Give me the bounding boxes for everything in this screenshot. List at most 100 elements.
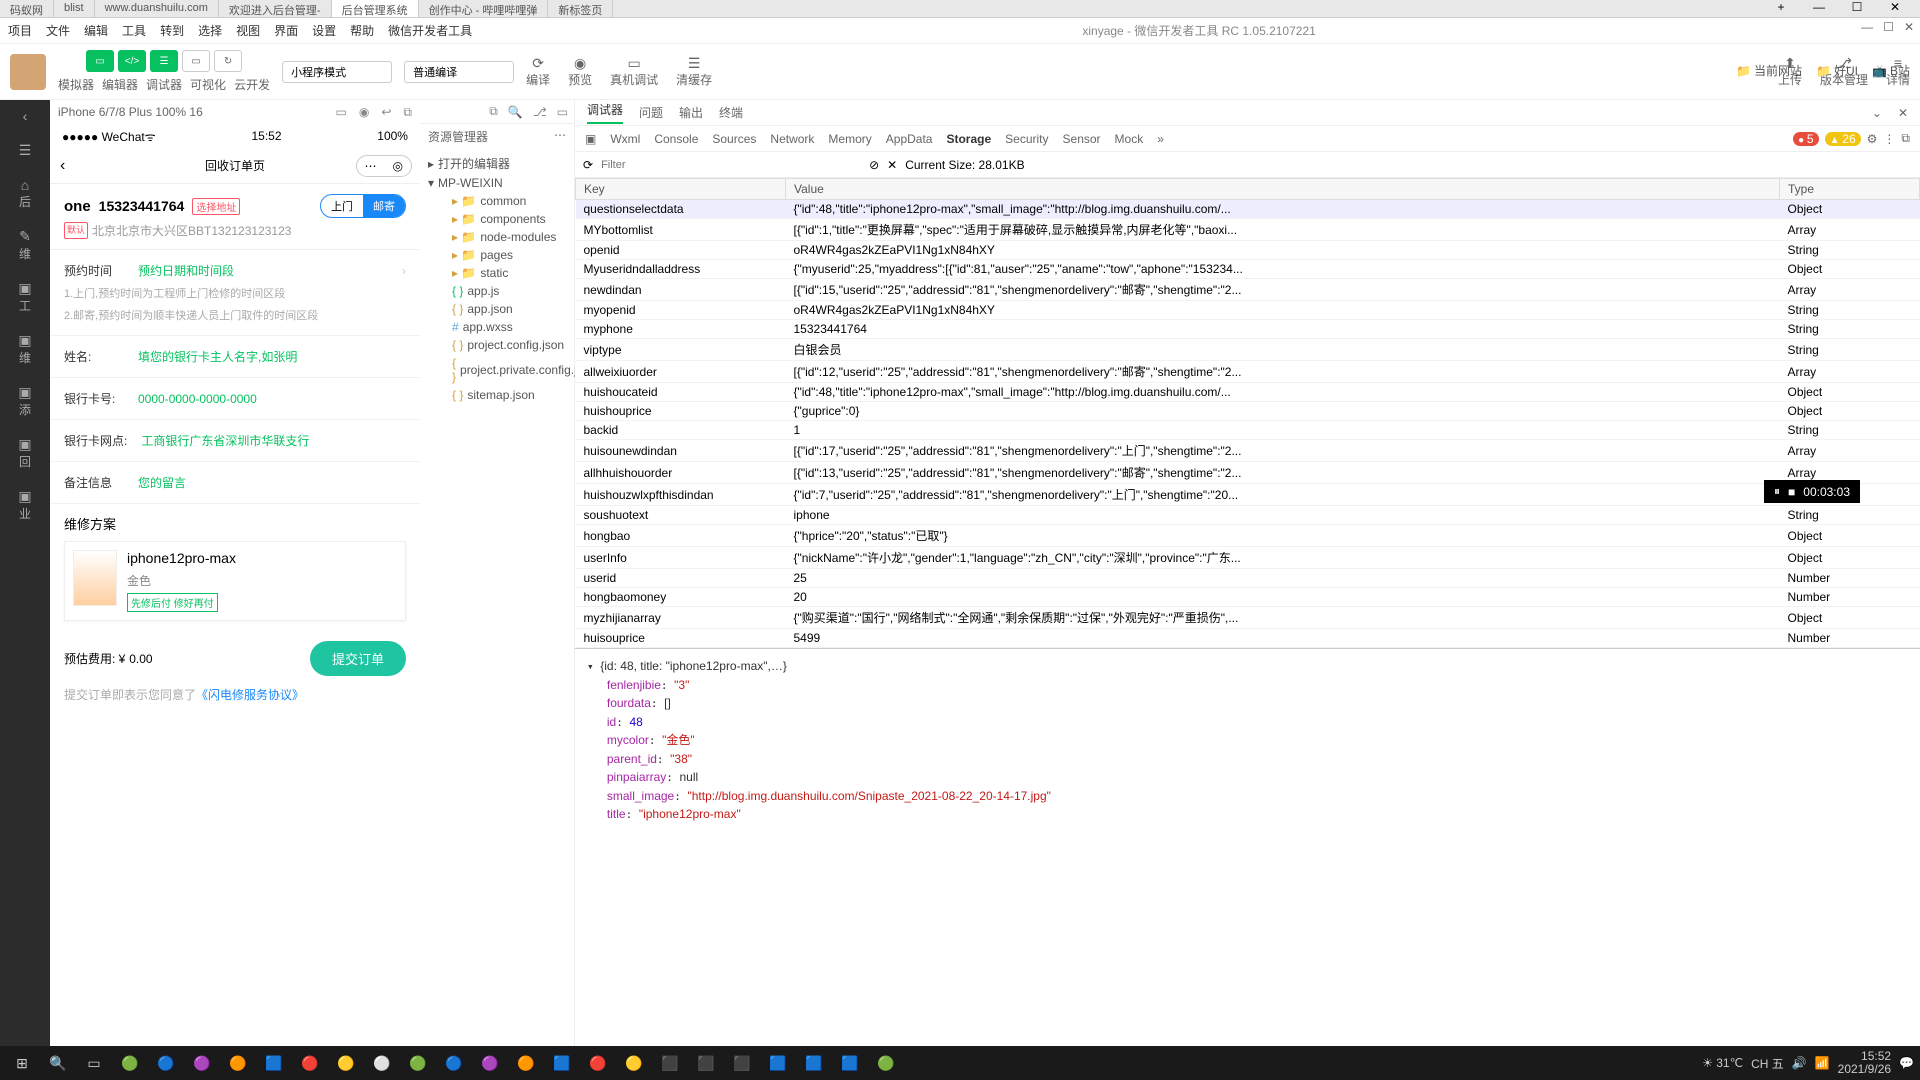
tab-problems[interactable]: 问题	[639, 104, 663, 121]
detail-view[interactable]: ▾ {id: 48, title: "iphone12pro-max",…} f…	[575, 649, 1920, 1058]
sub-storage[interactable]: Storage	[946, 132, 991, 146]
menu-view[interactable]: 视图	[236, 22, 260, 39]
sub-wxml[interactable]: Wxml	[610, 132, 640, 146]
file-item[interactable]: ▸ 📁 common	[420, 192, 574, 210]
browser-tab[interactable]: 欢迎进入后台管理-	[219, 0, 332, 17]
app-icon[interactable]: 🟡	[618, 1049, 650, 1077]
file-ext-icon[interactable]: ▭	[557, 105, 568, 119]
app-icon[interactable]: 🟦	[798, 1049, 830, 1077]
storage-row[interactable]: allhhuishouorder[{"id":13,"userid":"25",…	[576, 462, 1920, 484]
rail-item[interactable]: ✎维	[19, 228, 31, 262]
file-branch-icon[interactable]: ⎇	[533, 105, 547, 119]
capsule-close-icon[interactable]: ◎	[385, 156, 411, 176]
tree-root[interactable]: ▾ MP-WEIXIN	[420, 174, 574, 192]
file-item[interactable]: { } project.config.json	[420, 336, 574, 354]
file-new-icon[interactable]: ⧉	[489, 104, 498, 119]
sub-appdata[interactable]: AppData	[886, 132, 933, 146]
filter-input[interactable]	[601, 159, 861, 171]
close-icon[interactable]: ✕	[1880, 0, 1910, 14]
app-icon[interactable]: ⬛	[726, 1049, 758, 1077]
simulator-button[interactable]: ▭	[86, 50, 114, 72]
storage-row[interactable]: myphone15323441764String	[576, 320, 1920, 339]
storage-row[interactable]: myopenidoR4WR4gas2kZEaPVI1Ng1xN84hXYStri…	[576, 301, 1920, 320]
dock-icon[interactable]: ⧉	[1901, 131, 1910, 146]
search-icon[interactable]: 🔍	[42, 1049, 74, 1077]
tab-output[interactable]: 输出	[679, 104, 703, 121]
warn-badge[interactable]: ▲ 26	[1825, 132, 1861, 146]
visual-button[interactable]: ▭	[182, 50, 210, 72]
more-icon[interactable]: ⋯	[554, 128, 566, 145]
browser-tab[interactable]: 新标签页	[548, 0, 613, 17]
app-icon[interactable]: 🔵	[150, 1049, 182, 1077]
storage-row[interactable]: Myuseridndalladdress{"myuserid":25,"myad…	[576, 260, 1920, 279]
notif-icon[interactable]: 💬	[1899, 1056, 1914, 1070]
sim-copy-icon[interactable]: ⧉	[403, 105, 412, 120]
sim-back-icon[interactable]: ↩	[381, 105, 391, 120]
file-item[interactable]: # app.wxss	[420, 318, 574, 336]
delivery-toggle[interactable]: 上门 邮寄	[320, 194, 406, 218]
storage-row[interactable]: huishouprice{"guprice":0}Object	[576, 402, 1920, 421]
weather-icon[interactable]: ☀ 31℃	[1702, 1056, 1743, 1070]
tray-icon[interactable]: 📶	[1815, 1056, 1830, 1070]
tree-section[interactable]: ▸ 打开的编辑器	[420, 153, 574, 174]
storage-row[interactable]: backid1String	[576, 421, 1920, 440]
file-search-icon[interactable]: 🔍	[508, 105, 523, 119]
bookmark-item[interactable]: 📁 当前网站	[1736, 62, 1802, 79]
storage-row[interactable]: huisouprice5499Number	[576, 629, 1920, 648]
file-item[interactable]: ▸ 📁 pages	[420, 246, 574, 264]
tab-debugger[interactable]: 调试器	[587, 101, 623, 124]
sub-network[interactable]: Network	[770, 132, 814, 146]
storage-row[interactable]: huisounewdindan[{"id":17,"userid":"25","…	[576, 440, 1920, 462]
file-item[interactable]: ▸ 📁 node-modules	[420, 228, 574, 246]
clock[interactable]: 15:522021/9/26	[1838, 1050, 1891, 1076]
select-address-tag[interactable]: 选择地址	[192, 198, 240, 215]
rail-item[interactable]: ▣添	[18, 384, 31, 418]
pause-icon[interactable]: ⏸	[1774, 484, 1780, 499]
menu-setting[interactable]: 设置	[312, 22, 336, 39]
app-maximize-icon[interactable]: ☐	[1883, 20, 1894, 34]
compile-mode-select[interactable]: 小程序模式	[282, 61, 392, 83]
toggle-mail[interactable]: 邮寄	[363, 195, 405, 217]
col-type[interactable]: Type	[1780, 179, 1920, 200]
compile-normal-select[interactable]: 普通编译	[404, 61, 514, 83]
new-tab-icon[interactable]: +	[1766, 0, 1796, 14]
debugger-button[interactable]: ☰	[150, 50, 178, 72]
nav-back-icon[interactable]: ‹	[60, 157, 65, 175]
device-label[interactable]: iPhone 6/7/8 Plus 100% 16	[58, 105, 203, 119]
file-item[interactable]: ▸ 📁 components	[420, 210, 574, 228]
remote-icon[interactable]: ▭	[628, 55, 641, 71]
app-icon[interactable]: 🟣	[474, 1049, 506, 1077]
menu-devtools[interactable]: 微信开发者工具	[388, 22, 472, 39]
app-icon[interactable]: 🟠	[222, 1049, 254, 1077]
app-icon[interactable]: ⬛	[654, 1049, 686, 1077]
file-item[interactable]: { } app.json	[420, 300, 574, 318]
menu-edit[interactable]: 编辑	[84, 22, 108, 39]
storage-row[interactable]: questionselectdata{"id":48,"title":"ipho…	[576, 200, 1920, 219]
editor-button[interactable]: </>	[118, 50, 146, 72]
clear-icon[interactable]: ☰	[688, 55, 701, 71]
file-item[interactable]: { } project.private.config.js...	[420, 354, 574, 386]
browser-tab[interactable]: 后台管理系统	[332, 0, 419, 17]
tray-icon[interactable]: 🔊	[1792, 1056, 1807, 1070]
storage-row[interactable]: userid25Number	[576, 569, 1920, 588]
rail-item[interactable]: ▣回	[18, 436, 31, 470]
storage-row[interactable]: viptype白银会员String	[576, 339, 1920, 361]
browser-tab[interactable]: www.duanshuilu.com	[95, 0, 219, 17]
collapse-icon[interactable]: ⌄	[1872, 106, 1882, 120]
taskview-icon[interactable]: ▭	[78, 1049, 110, 1077]
sub-console[interactable]: Console	[654, 132, 698, 146]
menu-file[interactable]: 文件	[46, 22, 70, 39]
app-icon[interactable]: 🟡	[330, 1049, 362, 1077]
dots-icon[interactable]: ⋮	[1883, 132, 1895, 146]
user-avatar[interactable]	[10, 54, 46, 90]
ime-label[interactable]: CH 五	[1751, 1055, 1784, 1072]
more-icon[interactable]: »	[1157, 132, 1164, 146]
app-icon[interactable]: 🔵	[438, 1049, 470, 1077]
address-card[interactable]: one 15323441764 选择地址 上门 邮寄 默认 北京北京市大兴区BB…	[50, 184, 420, 250]
sub-sources[interactable]: Sources	[712, 132, 756, 146]
cloud-button[interactable]: ↻	[214, 50, 242, 72]
app-close-icon[interactable]: ✕	[1904, 20, 1914, 34]
agreement-link[interactable]: 《闪电修服务协议》	[196, 688, 304, 702]
storage-row[interactable]: hongbaomoney20Number	[576, 588, 1920, 607]
storage-row[interactable]: huishouzwlxpfthisdindan{"id":7,"userid":…	[576, 484, 1920, 506]
